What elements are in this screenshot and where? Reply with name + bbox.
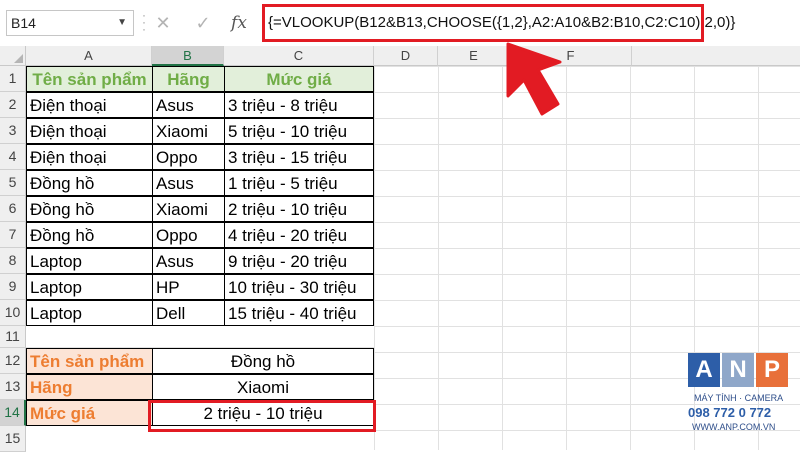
table-cell[interactable]: Điện thoại	[26, 118, 153, 144]
table-cell[interactable]: Xiaomi	[152, 196, 225, 222]
cancel-icon[interactable]: ✕	[150, 10, 176, 36]
logo-phone: 098 772 0 772	[688, 405, 772, 420]
lookup-label-price[interactable]: Mức giá	[26, 400, 153, 426]
column-header-blank	[632, 46, 800, 66]
table-cell[interactable]: 9 triệu - 20 triệu	[224, 248, 374, 274]
column-header-c[interactable]: C	[224, 46, 374, 66]
cell-a1[interactable]: Tên sản phẩm	[26, 66, 153, 92]
column-header-d[interactable]: D	[374, 46, 438, 66]
table-cell[interactable]: Asus	[152, 92, 225, 118]
logo-letter-p: P	[756, 353, 788, 387]
formula-bar: B14 ▼ · · · ✕ ✓ fx {=VLOOKUP(B12&B13,CHOOS…	[0, 0, 800, 46]
logo-letter-n: N	[722, 353, 754, 387]
enter-icon[interactable]: ✓	[190, 10, 216, 36]
result-highlight-box	[148, 400, 376, 432]
table-cell[interactable]: 3 triệu - 8 triệu	[224, 92, 374, 118]
row-header[interactable]: 6	[0, 196, 26, 222]
row-header[interactable]: 7	[0, 222, 26, 248]
row-header[interactable]: 4	[0, 144, 26, 170]
logo-letter-a: A	[688, 353, 720, 387]
anp-logo: A N P MÁY TÍNH · CAMERA 098 772 0 772 WW…	[686, 353, 790, 437]
row-header[interactable]: 11	[0, 326, 26, 348]
table-cell[interactable]: HP	[152, 274, 225, 300]
select-all-corner[interactable]	[0, 46, 26, 66]
table-cell[interactable]: Điện thoại	[26, 92, 153, 118]
row-header[interactable]: 13	[0, 374, 26, 400]
cell-b1[interactable]: Hãng	[152, 66, 225, 92]
table-cell[interactable]: Điện thoại	[26, 144, 153, 170]
insert-function-icon[interactable]: fx	[226, 10, 252, 36]
formula-highlight-box	[262, 4, 704, 42]
row-header[interactable]: 5	[0, 170, 26, 196]
table-cell[interactable]: 5 triệu - 10 triệu	[224, 118, 374, 144]
name-box-value: B14	[11, 15, 36, 31]
row-header[interactable]: 8	[0, 248, 26, 274]
logo-website: WWW.ANP.COM.VN	[692, 422, 776, 432]
column-header-a[interactable]: A	[26, 46, 152, 66]
logo-tagline: MÁY TÍNH · CAMERA	[694, 393, 784, 403]
lookup-label-product[interactable]: Tên sản phẩm	[26, 348, 153, 374]
chevron-down-icon[interactable]: ▼	[117, 11, 127, 35]
table-cell[interactable]: Asus	[152, 248, 225, 274]
row-header[interactable]: 2	[0, 92, 26, 118]
lookup-label-brand[interactable]: Hãng	[26, 374, 153, 400]
table-cell[interactable]: 3 triệu - 15 triệu	[224, 144, 374, 170]
table-cell[interactable]: Xiaomi	[152, 118, 225, 144]
row-header[interactable]: 9	[0, 274, 26, 300]
row-header[interactable]: 10	[0, 300, 26, 326]
row-header[interactable]: 1	[0, 66, 26, 92]
table-cell[interactable]: Dell	[152, 300, 225, 326]
table-cell[interactable]: Oppo	[152, 222, 225, 248]
table-cell[interactable]: 10 triệu - 30 triệu	[224, 274, 374, 300]
table-cell[interactable]: 4 triệu - 20 triệu	[224, 222, 374, 248]
table-cell[interactable]: Laptop	[26, 248, 153, 274]
table-cell[interactable]: 1 triệu - 5 triệu	[224, 170, 374, 196]
table-cell[interactable]: 15 triệu - 40 triệu	[224, 300, 374, 326]
lookup-value-brand[interactable]: Xiaomi	[152, 374, 374, 400]
row-header[interactable]: 12	[0, 348, 26, 374]
drag-handle-icon[interactable]: · · ·	[142, 9, 146, 35]
lookup-value-product[interactable]: Đồng hồ	[152, 348, 374, 374]
row-header[interactable]: 3	[0, 118, 26, 144]
table-cell[interactable]: Đồng hồ	[26, 196, 153, 222]
row-header[interactable]: 15	[0, 426, 26, 452]
table-cell[interactable]: Laptop	[26, 274, 153, 300]
name-box[interactable]: B14 ▼	[6, 10, 134, 36]
table-cell[interactable]: Oppo	[152, 144, 225, 170]
table-cell[interactable]: 2 triệu - 10 triệu	[224, 196, 374, 222]
table-cell[interactable]: Đồng hồ	[26, 170, 153, 196]
pointer-arrow-icon	[506, 42, 562, 116]
row-header[interactable]: 14	[0, 400, 26, 426]
table-cell[interactable]: Asus	[152, 170, 225, 196]
table-cell[interactable]: Đồng hồ	[26, 222, 153, 248]
empty-row-11[interactable]	[26, 326, 374, 348]
cell-c1[interactable]: Mức giá	[224, 66, 374, 92]
table-cell[interactable]: Laptop	[26, 300, 153, 326]
column-header-b[interactable]: B	[152, 46, 224, 66]
